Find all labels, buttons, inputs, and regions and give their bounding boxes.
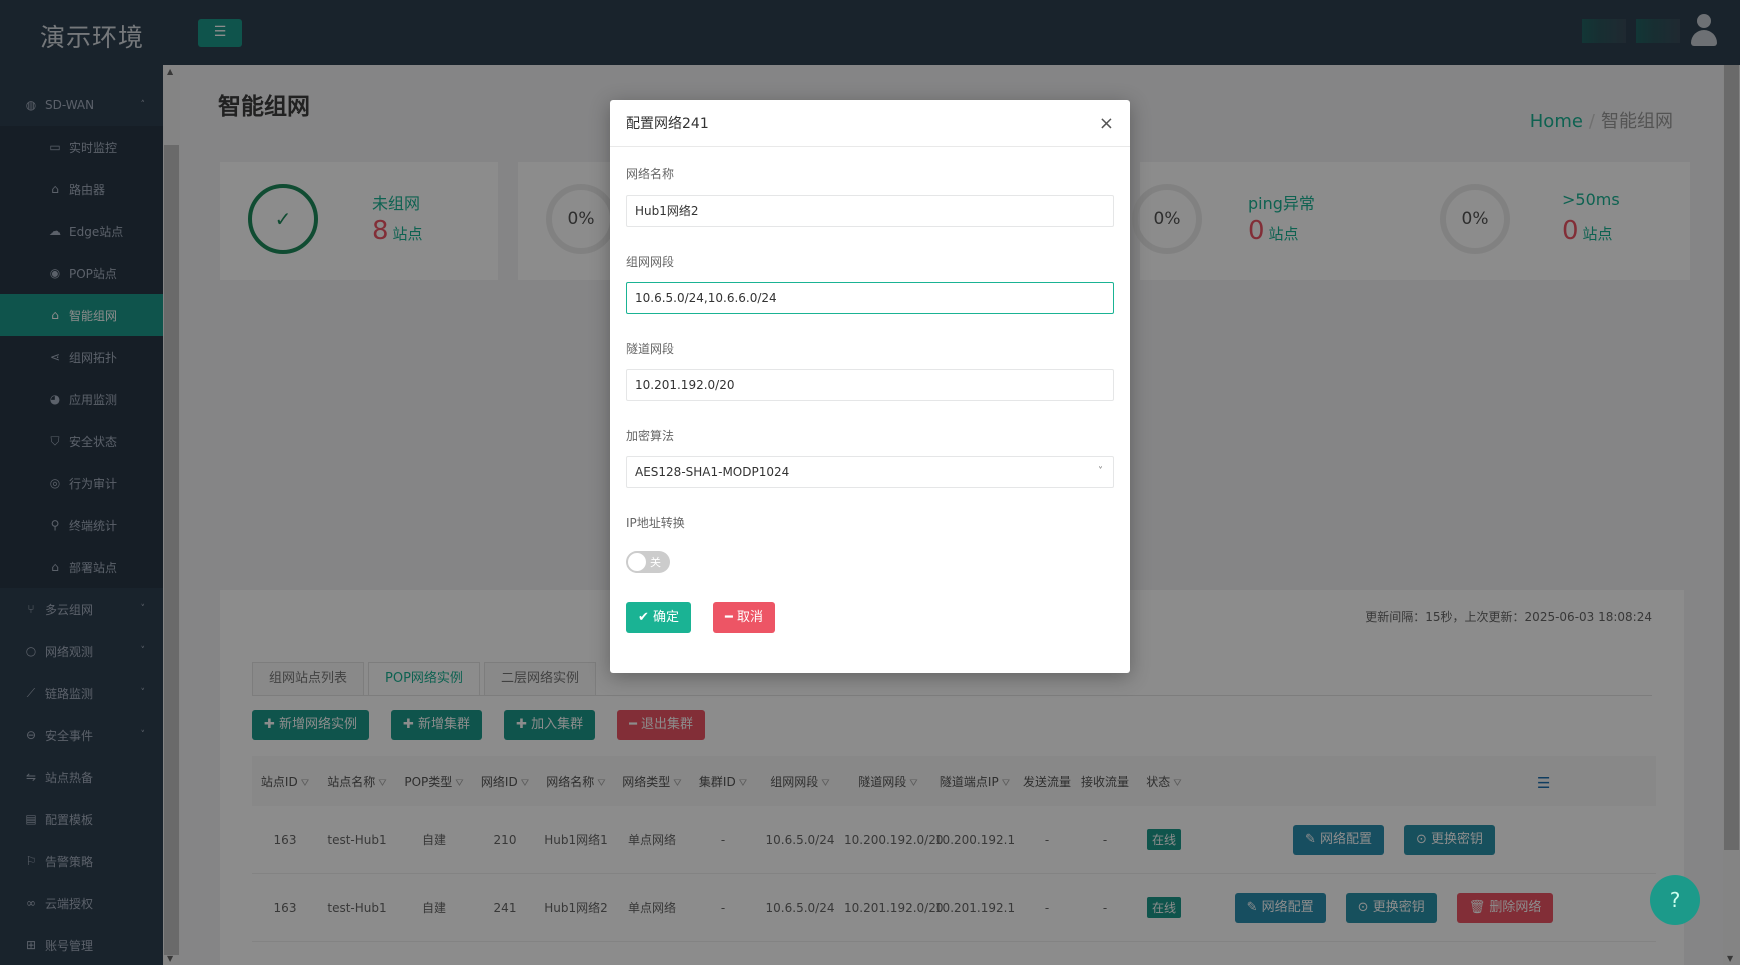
lan-segment-label: 组网网段 xyxy=(626,255,675,269)
chevron-down-icon: ˅ xyxy=(1098,466,1103,477)
nat-toggle[interactable]: 关 xyxy=(626,551,670,573)
cancel-button[interactable]: ━ 取消 xyxy=(713,602,775,633)
tunnel-segment-label: 隧道网段 xyxy=(626,342,675,356)
lan-segment-input[interactable]: 10.6.5.0/24,10.6.6.0/24 xyxy=(626,282,1114,314)
encryption-label: 加密算法 xyxy=(626,429,675,443)
encryption-select[interactable]: AES128-SHA1-MODP1024 ˅ xyxy=(626,456,1114,488)
config-network-dialog: 配置网络241 × 网络名称 Hub1网络2 组网网段 10.6.5.0/24,… xyxy=(610,100,1130,673)
close-icon[interactable]: × xyxy=(1099,113,1114,134)
tunnel-segment-input[interactable]: 10.201.192.0/20 xyxy=(626,369,1114,401)
help-icon[interactable]: ? xyxy=(1650,875,1700,925)
dialog-header: 配置网络241 × xyxy=(610,100,1130,147)
network-name-label: 网络名称 xyxy=(626,167,675,181)
confirm-button[interactable]: ✔ 确定 xyxy=(626,602,692,633)
nat-label: IP地址转换 xyxy=(626,516,685,530)
network-name-input[interactable]: Hub1网络2 xyxy=(626,195,1114,227)
dialog-title: 配置网络241 xyxy=(626,116,709,132)
